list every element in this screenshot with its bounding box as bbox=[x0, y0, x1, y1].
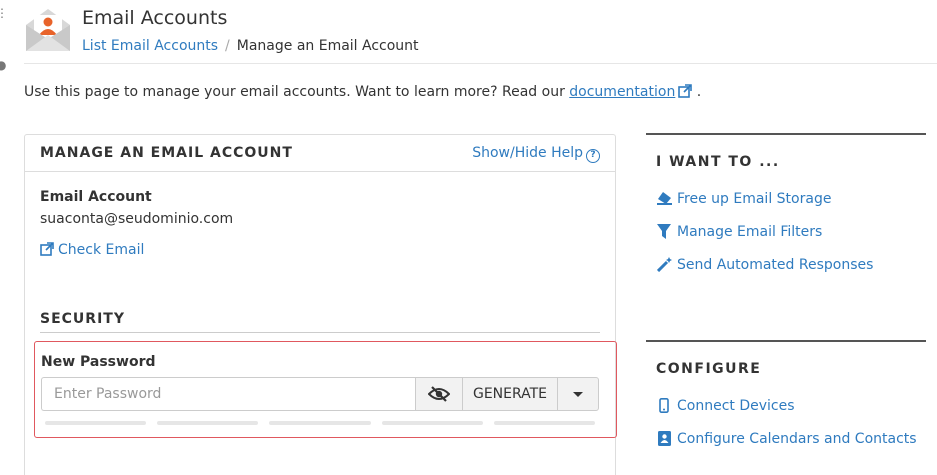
help-link-label: Show/Hide Help bbox=[472, 145, 583, 161]
configure-calendars-label: Configure Calendars and Contacts bbox=[677, 430, 917, 447]
generate-options-dropdown-button[interactable] bbox=[557, 377, 599, 411]
question-circle-icon: ? bbox=[586, 149, 600, 163]
password-strength-meter bbox=[45, 421, 596, 425]
email-account-label: Email Account bbox=[40, 189, 152, 205]
grid-icon[interactable]: ⋮ bbox=[0, 6, 8, 20]
intro-text: Use this page to manage your email accou… bbox=[24, 84, 701, 100]
check-email-label: Check Email bbox=[58, 242, 145, 258]
intro-body: Use this page to manage your email accou… bbox=[24, 84, 570, 100]
new-password-label: New Password bbox=[41, 354, 156, 370]
security-section-title: SECURITY bbox=[40, 311, 125, 327]
manage-filters-label: Manage Email Filters bbox=[677, 223, 823, 240]
section-rule bbox=[646, 133, 926, 135]
security-divider bbox=[40, 332, 600, 333]
generate-password-button[interactable]: GENERATE bbox=[462, 377, 558, 411]
strength-segment bbox=[493, 421, 596, 425]
strength-segment bbox=[381, 421, 483, 425]
external-link-icon bbox=[40, 242, 54, 256]
address-book-icon bbox=[656, 431, 672, 447]
breadcrumb-separator: / bbox=[225, 38, 230, 54]
toggle-password-visibility-button[interactable] bbox=[415, 377, 463, 411]
send-automated-responses-link[interactable]: Send Automated Responses bbox=[656, 248, 926, 281]
i-want-to-section: I WANT TO ... Free up Email Storage Mana… bbox=[646, 133, 926, 281]
strength-segment bbox=[157, 421, 259, 425]
external-link-icon[interactable] bbox=[678, 84, 693, 98]
panel-header: MANAGE AN EMAIL ACCOUNT Show/Hide Help? bbox=[25, 135, 615, 172]
i-want-to-list: Free up Email Storage Manage Email Filte… bbox=[656, 182, 926, 281]
documentation-link[interactable]: documentation bbox=[569, 84, 675, 100]
new-password-input[interactable] bbox=[41, 377, 415, 411]
header-divider bbox=[24, 63, 937, 64]
email-accounts-icon bbox=[26, 9, 70, 51]
configure-list: Connect Devices Configure Calendars and … bbox=[656, 389, 926, 455]
strength-segment bbox=[45, 421, 147, 425]
page-title: Email Accounts bbox=[82, 7, 228, 29]
free-up-storage-label: Free up Email Storage bbox=[677, 190, 832, 207]
configure-title: CONFIGURE bbox=[656, 361, 762, 377]
show-hide-help-link[interactable]: Show/Hide Help? bbox=[472, 145, 600, 163]
connect-devices-link[interactable]: Connect Devices bbox=[656, 389, 926, 422]
configure-section: CONFIGURE Connect Devices Configure Cale… bbox=[646, 340, 926, 455]
magic-wand-icon bbox=[656, 257, 672, 273]
free-up-storage-link[interactable]: Free up Email Storage bbox=[656, 182, 926, 215]
intro-suffix: . bbox=[696, 84, 702, 100]
filter-icon bbox=[656, 224, 672, 240]
mobile-icon bbox=[656, 398, 672, 414]
user-icon[interactable]: ● bbox=[0, 58, 6, 72]
section-rule bbox=[646, 340, 926, 342]
breadcrumb-list-email-accounts[interactable]: List Email Accounts bbox=[82, 38, 218, 54]
i-want-to-title: I WANT TO ... bbox=[656, 154, 780, 170]
connect-devices-label: Connect Devices bbox=[677, 397, 795, 414]
strength-segment bbox=[269, 421, 371, 425]
configure-calendars-link[interactable]: Configure Calendars and Contacts bbox=[656, 422, 926, 455]
check-email-link[interactable]: Check Email bbox=[40, 242, 144, 258]
manage-filters-link[interactable]: Manage Email Filters bbox=[656, 215, 926, 248]
new-password-group: New Password GENERATE bbox=[34, 341, 617, 438]
send-automated-responses-label: Send Automated Responses bbox=[677, 256, 874, 273]
eraser-icon bbox=[656, 191, 672, 207]
left-nav-strip: ⋮ ● bbox=[0, 0, 8, 475]
email-account-value: suaconta@seudominio.com bbox=[40, 211, 234, 227]
eye-slash-icon bbox=[428, 386, 450, 402]
breadcrumb: List Email Accounts / Manage an Email Acco… bbox=[82, 38, 419, 54]
breadcrumb-current: Manage an Email Account bbox=[236, 38, 419, 54]
caret-down-icon bbox=[573, 391, 583, 397]
panel-title: MANAGE AN EMAIL ACCOUNT bbox=[40, 145, 293, 161]
